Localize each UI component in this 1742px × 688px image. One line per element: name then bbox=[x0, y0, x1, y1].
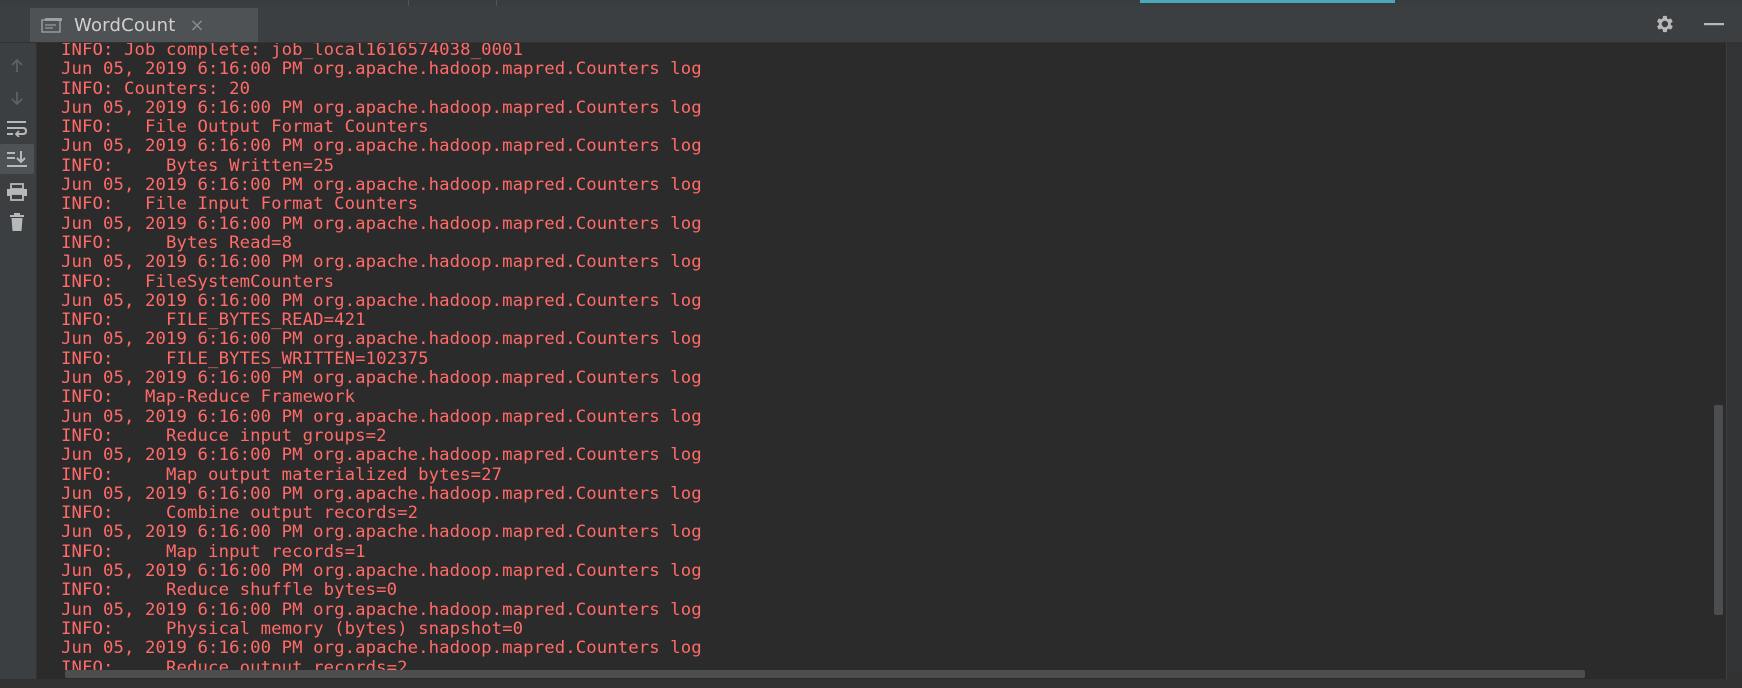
print-icon[interactable] bbox=[0, 177, 34, 207]
active-pane-indicator bbox=[1140, 0, 1395, 3]
vertical-scrollbar[interactable] bbox=[1710, 43, 1726, 675]
tab-title: WordCount bbox=[74, 14, 176, 36]
log-line: Jun 05, 2019 6:16:00 PM org.apache.hadoo… bbox=[61, 59, 702, 80]
log-line: Jun 05, 2019 6:16:00 PM org.apache.hadoo… bbox=[61, 445, 702, 466]
log-line: INFO: Bytes Written=25 bbox=[61, 155, 335, 176]
log-line: Jun 05, 2019 6:16:00 PM org.apache.hadoo… bbox=[61, 561, 702, 582]
scroll-to-end-icon[interactable] bbox=[0, 144, 34, 174]
log-line: INFO: File Input Format Counters bbox=[61, 194, 419, 215]
log-line: Jun 05, 2019 6:16:00 PM org.apache.hadoo… bbox=[61, 290, 702, 311]
log-line: INFO: Reduce shuffle bytes=0 bbox=[61, 580, 398, 601]
console-tab-icon bbox=[40, 16, 64, 34]
console-toolbar bbox=[0, 43, 37, 688]
tab-close-icon[interactable]: × bbox=[190, 15, 205, 36]
log-line: Jun 05, 2019 6:16:00 PM org.apache.hadoo… bbox=[61, 638, 702, 659]
log-line: Jun 05, 2019 6:16:00 PM org.apache.hadoo… bbox=[61, 368, 702, 389]
down-arrow-icon[interactable] bbox=[0, 83, 34, 113]
log-line: INFO: Bytes Read=8 bbox=[61, 232, 293, 253]
log-line: INFO: Map-Reduce Framework bbox=[61, 387, 356, 408]
log-line: INFO: Counters: 20 bbox=[61, 78, 251, 99]
header-actions bbox=[1632, 6, 1732, 42]
minimize-icon[interactable] bbox=[1696, 6, 1732, 42]
log-line: INFO: Job complete: job_local1616574038_… bbox=[61, 43, 524, 60]
log-line: INFO: Map output materialized bytes=27 bbox=[61, 464, 503, 485]
horizontal-scrollbar-thumb[interactable] bbox=[65, 670, 1585, 678]
right-side-panel-edge bbox=[1726, 43, 1742, 688]
log-line: Jun 05, 2019 6:16:00 PM org.apache.hadoo… bbox=[61, 213, 702, 234]
soft-wrap-icon[interactable] bbox=[0, 113, 34, 143]
log-line: Jun 05, 2019 6:16:00 PM org.apache.hadoo… bbox=[61, 329, 702, 350]
log-line: Jun 05, 2019 6:16:00 PM org.apache.hadoo… bbox=[61, 252, 702, 273]
log-line: INFO: Map input records=1 bbox=[61, 541, 366, 562]
log-line: INFO: Combine output records=2 bbox=[61, 503, 419, 524]
log-line: Jun 05, 2019 6:16:00 PM org.apache.hadoo… bbox=[61, 136, 702, 157]
log-line: Jun 05, 2019 6:16:00 PM org.apache.hadoo… bbox=[61, 599, 702, 620]
gear-icon[interactable] bbox=[1646, 6, 1682, 42]
log-line: INFO: FILE_BYTES_READ=421 bbox=[61, 310, 366, 331]
tool-window-header: WordCount × bbox=[0, 6, 1742, 43]
log-line: Jun 05, 2019 6:16:00 PM org.apache.hadoo… bbox=[61, 175, 702, 196]
log-line: Jun 05, 2019 6:16:00 PM org.apache.hadoo… bbox=[61, 483, 702, 504]
log-line: INFO: FILE_BYTES_WRITTEN=102375 bbox=[61, 348, 429, 369]
tab-wordcount[interactable]: WordCount × bbox=[30, 8, 258, 42]
log-line: INFO: File Output Format Counters bbox=[61, 117, 429, 138]
log-line: INFO: FileSystemCounters bbox=[61, 271, 335, 292]
log-line: Jun 05, 2019 6:16:00 PM org.apache.hadoo… bbox=[61, 406, 702, 427]
clear-icon[interactable] bbox=[0, 207, 34, 237]
log-lines: INFO: Job complete: job_local1616574038_… bbox=[61, 43, 702, 675]
up-arrow-icon[interactable] bbox=[0, 51, 34, 81]
log-line: Jun 05, 2019 6:16:00 PM org.apache.hadoo… bbox=[61, 522, 702, 543]
log-line: INFO: Reduce input groups=2 bbox=[61, 425, 387, 446]
vertical-scrollbar-thumb[interactable] bbox=[1714, 405, 1723, 615]
run-tool-window: WordCount × INFO: Job complete: job_loca… bbox=[0, 0, 1742, 688]
bottom-status-edge bbox=[0, 679, 1742, 688]
log-line: Jun 05, 2019 6:16:00 PM org.apache.hadoo… bbox=[61, 97, 702, 118]
log-line: INFO: Physical memory (bytes) snapshot=0 bbox=[61, 618, 524, 639]
console-output[interactable]: INFO: Job complete: job_local1616574038_… bbox=[40, 43, 1710, 675]
horizontal-scrollbar[interactable] bbox=[40, 670, 1710, 679]
